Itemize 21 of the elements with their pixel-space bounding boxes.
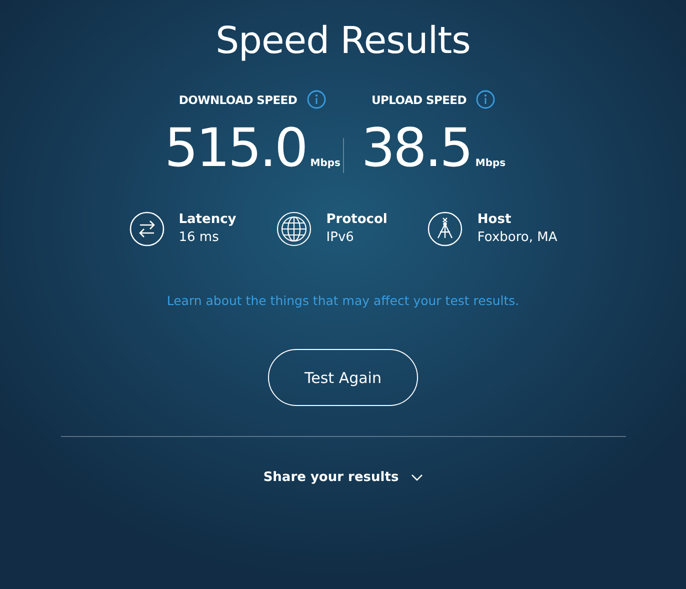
speed-unit: Mbps (475, 158, 506, 169)
speed-label: DOWNLOAD SPEED (178, 92, 298, 106)
info-icon[interactable] (476, 90, 496, 109)
detail-value: IPv6 (326, 229, 355, 247)
page-title: Speed Results (216, 18, 470, 64)
detail-label: Host (477, 211, 512, 229)
antenna-tower-icon (427, 211, 464, 247)
share-results-toggle[interactable]: Share your results (263, 470, 399, 485)
speed-unit: Mbps (310, 158, 340, 169)
speed-value: 515.0 (164, 117, 306, 181)
speed-label: UPLOAD SPEED (372, 92, 466, 106)
globe-icon (276, 211, 312, 247)
chevron-down-icon[interactable] (410, 474, 423, 482)
detail-value: Foxboro, MA (477, 229, 558, 247)
detail-label: Protocol (326, 211, 388, 229)
test-again-button[interactable]: Test Again (268, 349, 418, 406)
detail-label: Latency (178, 211, 236, 229)
swap-arrows-icon (128, 211, 165, 247)
detail-value: 16 ms (178, 229, 220, 247)
speed-value: 38.5 (361, 117, 472, 181)
info-icon[interactable] (307, 90, 326, 109)
